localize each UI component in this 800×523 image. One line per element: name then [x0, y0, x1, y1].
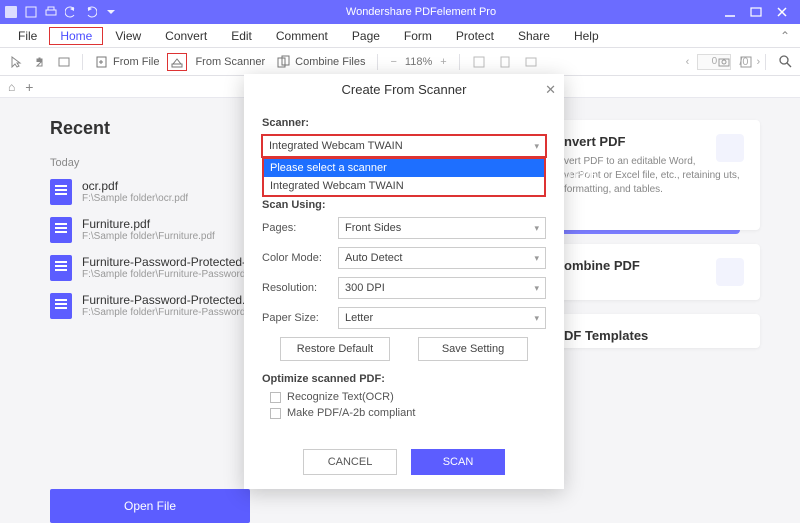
menu-convert[interactable]: Convert	[153, 26, 219, 46]
pages-label: Pages:	[262, 222, 338, 234]
resolution-label: Resolution:	[262, 282, 338, 294]
paper-size-label: Paper Size:	[262, 312, 338, 324]
hand-tool-icon[interactable]	[30, 54, 50, 70]
scan-button[interactable]: SCAN	[411, 449, 505, 475]
cancel-button[interactable]: CANCEL	[303, 449, 397, 475]
resolution-select[interactable]: 300 DPI▾	[338, 277, 546, 299]
actual-size-icon[interactable]	[520, 53, 542, 71]
file-name: Furniture-Password-Protected.pd	[82, 293, 259, 307]
from-file-button[interactable]: From File	[91, 53, 163, 71]
select-tool-icon[interactable]	[6, 54, 26, 70]
optimize-label: Optimize scanned PDF:	[262, 373, 546, 385]
scanner-option[interactable]: Integrated Webcam TWAIN	[264, 177, 544, 195]
card-title: DF Templates	[564, 328, 744, 343]
menu-help[interactable]: Help	[562, 26, 611, 46]
home-tab-icon[interactable]: ⌂	[8, 80, 15, 94]
scanner-dropdown-list: Please select a scanner Integrated Webca…	[262, 157, 546, 197]
convert-icon	[716, 134, 744, 162]
file-path: F:\Sample folder\ocr.pdf	[82, 193, 188, 204]
fit-width-icon[interactable]	[468, 53, 490, 71]
pdf-templates-card[interactable]: DF Templates	[548, 314, 760, 348]
dialog-close-icon[interactable]: ✕	[545, 82, 556, 98]
from-scanner-button[interactable]	[167, 53, 187, 71]
redo-icon[interactable]	[84, 5, 98, 19]
menubar: File Home View Convert Edit Comment Page…	[0, 24, 800, 48]
combine-files-label: Combine Files	[295, 56, 365, 68]
zoom-out-icon[interactable]: −	[386, 54, 400, 70]
file-name: ocr.pdf	[82, 179, 188, 193]
file-path: F:\Sample folder\Furniture-Password	[82, 269, 261, 280]
scanner-label: Scanner:	[262, 117, 546, 129]
menu-form[interactable]: Form	[392, 26, 444, 46]
dialog-title: Create From Scanner	[342, 82, 467, 97]
undo-icon[interactable]	[64, 5, 78, 19]
scanner-option[interactable]: Please select a scanner	[264, 159, 544, 177]
menu-view[interactable]: View	[103, 26, 153, 46]
create-from-scanner-dialog: Create From Scanner ✕ Scanner: Integrate…	[244, 74, 564, 489]
combine-pdf-card[interactable]: ombine PDF	[548, 244, 760, 300]
ribbon-collapse-icon[interactable]: ⌃	[780, 29, 790, 43]
zoom-value: 118%	[405, 56, 432, 68]
save-icon[interactable]	[24, 5, 38, 19]
pdf-file-icon	[50, 179, 72, 205]
pdf-file-icon	[50, 217, 72, 243]
chevron-down-icon: ▾	[534, 313, 539, 324]
checkbox-icon	[270, 392, 281, 403]
color-mode-select[interactable]: Auto Detect▾	[338, 247, 546, 269]
file-name: Furniture-Password-Protected-Co	[82, 255, 261, 269]
file-path: F:\Sample folder\Furniture-Password	[82, 307, 259, 318]
menu-share[interactable]: Share	[506, 26, 562, 46]
paper-size-select[interactable]: Letter▾	[338, 307, 546, 329]
pdf-file-icon	[50, 293, 72, 319]
chevron-down-icon: ▾	[534, 283, 539, 294]
chevron-down-icon: ▾	[534, 253, 539, 264]
edit-tool-icon[interactable]	[54, 54, 74, 70]
from-file-label: From File	[113, 56, 159, 68]
pdfa-checkbox[interactable]: Make PDF/A-2b compliant	[270, 407, 546, 419]
save-setting-button[interactable]: Save Setting	[418, 337, 528, 361]
app-logo-icon	[4, 5, 18, 19]
pages-select[interactable]: Front Sides▾	[338, 217, 546, 239]
chevron-down-icon: ▾	[534, 141, 539, 152]
combine-icon	[716, 258, 744, 286]
close-icon[interactable]	[776, 6, 788, 18]
scan-using-label: Scan Using:	[262, 199, 546, 211]
from-scanner-label-wrap[interactable]: From Scanner	[191, 54, 269, 70]
menu-protect[interactable]: Protect	[444, 26, 506, 46]
menu-file[interactable]: File	[6, 26, 49, 46]
from-scanner-label: From Scanner	[195, 56, 265, 68]
menu-edit[interactable]: Edit	[219, 26, 264, 46]
toolbar: From File From Scanner Combine Files − 1…	[0, 48, 800, 76]
screenshot-icon[interactable]	[717, 55, 731, 69]
print-icon[interactable]	[44, 5, 58, 19]
chevron-down-icon: ▾	[534, 223, 539, 234]
menu-home[interactable]: Home	[49, 27, 103, 45]
ocr-checkbox[interactable]: Recognize Text(OCR)	[270, 391, 546, 403]
read-mode-icon[interactable]	[739, 55, 753, 69]
titlebar: Wondershare PDFelement Pro	[0, 0, 800, 24]
prev-page-icon[interactable]: ‹	[686, 56, 690, 68]
qat-dropdown-icon[interactable]	[104, 5, 118, 19]
zoom-in-icon[interactable]: +	[436, 54, 450, 70]
scanner-select[interactable]: Integrated Webcam TWAIN ▾ Please select …	[262, 135, 546, 157]
fit-page-icon[interactable]	[494, 53, 516, 71]
file-name: Furniture.pdf	[82, 217, 215, 231]
new-tab-icon[interactable]: +	[25, 79, 33, 95]
restore-default-button[interactable]: Restore Default	[280, 337, 390, 361]
minimize-icon[interactable]	[724, 6, 736, 18]
open-file-button[interactable]: Open File	[50, 489, 250, 523]
combine-files-button[interactable]: Combine Files	[273, 53, 369, 71]
window-title: Wondershare PDFelement Pro	[118, 6, 724, 18]
file-path: F:\Sample folder\Furniture.pdf	[82, 231, 215, 242]
checkbox-icon	[270, 408, 281, 419]
color-mode-label: Color Mode:	[262, 252, 338, 264]
search-icon[interactable]	[778, 54, 794, 70]
menu-comment[interactable]: Comment	[264, 26, 340, 46]
maximize-icon[interactable]	[750, 6, 762, 18]
pdf-file-icon	[50, 255, 72, 281]
menu-page[interactable]: Page	[340, 26, 392, 46]
scanner-value: Integrated Webcam TWAIN	[269, 140, 403, 152]
